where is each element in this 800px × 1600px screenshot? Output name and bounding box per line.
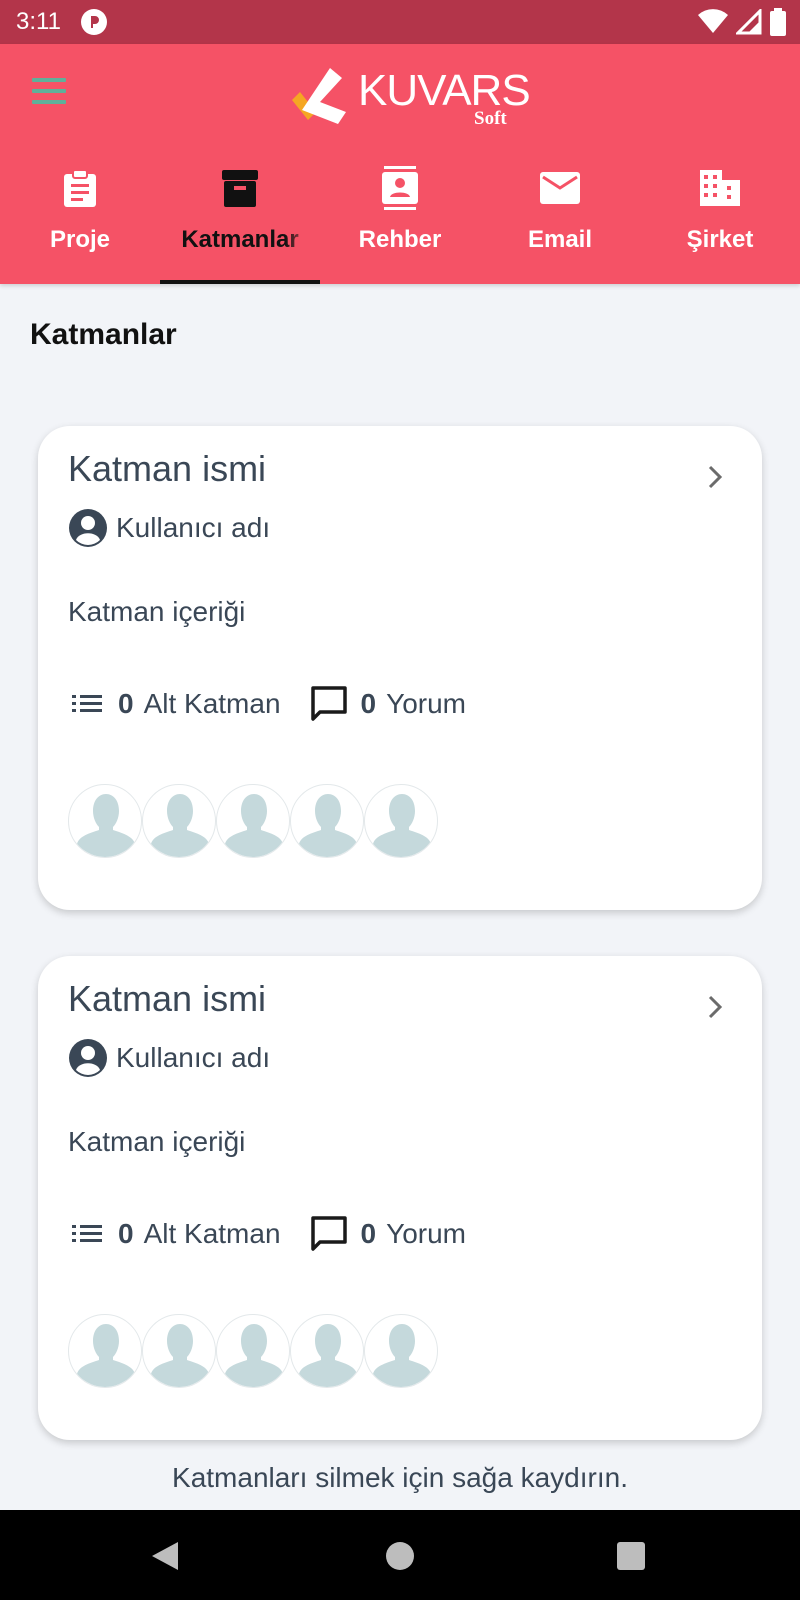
tab-rehber[interactable]: Rehber — [320, 164, 480, 284]
layer-user: Kullanıcı adı — [68, 1038, 270, 1078]
archive-icon — [218, 166, 262, 210]
list-icon — [72, 1225, 102, 1242]
tab-katmanlar[interactable]: Katmanlar — [160, 164, 320, 284]
wifi-icon — [698, 9, 728, 33]
account-circle-icon — [69, 509, 107, 547]
avatar[interactable] — [364, 1314, 438, 1388]
avatar[interactable] — [142, 784, 216, 858]
account-circle-icon — [69, 1039, 107, 1077]
tab-label: Şirket — [686, 226, 754, 253]
comment-label: Yorum — [386, 1218, 467, 1249]
back-icon[interactable] — [150, 1540, 180, 1577]
chevron-right-icon[interactable] — [706, 994, 724, 1025]
signal-icon — [736, 9, 762, 35]
avatar[interactable] — [216, 784, 290, 858]
layer-card[interactable]: Katman ismi Kullanıcı adı Katman içeriği… — [38, 956, 762, 1440]
avatar[interactable] — [290, 1314, 364, 1388]
sub-layer-label: Alt Katman — [143, 1218, 281, 1249]
home-icon[interactable] — [386, 1542, 414, 1570]
swipe-hint: Katmanları silmek için sağa kaydırın. — [172, 1462, 628, 1493]
layer-stats: 0 Alt Katman 0 Yorum — [68, 684, 466, 724]
user-name: Kullanıcı adı — [116, 1042, 271, 1073]
layer-stats: 0 Alt Katman 0 Yorum — [68, 1214, 466, 1254]
menu-button[interactable] — [32, 78, 72, 112]
layer-content: Katman içeriği — [68, 1126, 246, 1157]
member-avatars — [68, 784, 438, 858]
user-name: Kullanıcı adı — [116, 512, 271, 543]
system-nav-bar — [0, 1510, 800, 1600]
app-notification-icon — [80, 9, 107, 35]
contacts-icon — [378, 166, 422, 210]
list-icon — [72, 695, 102, 712]
logo-subtext: Soft — [474, 108, 507, 129]
battery-icon — [770, 8, 786, 36]
tab-label: Katmanlar — [181, 226, 299, 253]
tab-bar: Proje Katmanlar Rehber Email Şirket — [0, 164, 800, 284]
status-bar: 3:11 — [0, 0, 800, 44]
building-icon — [698, 166, 742, 210]
app-header: KUVARS Soft Proje Katmanlar Rehber Email… — [0, 44, 800, 284]
recent-apps-icon[interactable] — [617, 1542, 645, 1570]
comment-icon — [310, 686, 347, 721]
tab-email[interactable]: Email — [480, 164, 640, 284]
chevron-right-icon[interactable] — [706, 464, 724, 495]
comment-count: 0 — [360, 1218, 377, 1249]
avatar[interactable] — [216, 1314, 290, 1388]
tab-label: Rehber — [358, 226, 442, 253]
avatar[interactable] — [142, 1314, 216, 1388]
clipboard-icon — [58, 166, 102, 210]
tab-sirket[interactable]: Şirket — [640, 164, 800, 284]
tab-label: Proje — [49, 226, 111, 253]
avatar[interactable] — [290, 784, 364, 858]
sub-layer-count: 0 — [118, 688, 134, 719]
avatar[interactable] — [68, 784, 142, 858]
layer-title: Katman ismi — [68, 448, 267, 489]
sub-layer-label: Alt Katman — [143, 688, 281, 719]
comment-count: 0 — [360, 688, 377, 719]
tab-proje[interactable]: Proje — [0, 164, 160, 284]
comment-icon — [310, 1216, 347, 1251]
page-title: Katmanlar — [30, 318, 177, 351]
brand-logo: KUVARS Soft — [290, 64, 531, 134]
email-icon — [538, 166, 582, 210]
tab-label: Email — [527, 226, 593, 253]
comment-label: Yorum — [386, 688, 467, 719]
status-time: 3:11 — [16, 8, 61, 35]
member-avatars — [68, 1314, 438, 1388]
layer-user: Kullanıcı adı — [68, 508, 270, 548]
layer-title: Katman ismi — [68, 978, 267, 1019]
active-tab-indicator — [160, 280, 320, 284]
layer-content: Katman içeriği — [68, 596, 246, 627]
avatar[interactable] — [68, 1314, 142, 1388]
layer-card[interactable]: Katman ismi Kullanıcı adı Katman içeriği… — [38, 426, 762, 910]
sub-layer-count: 0 — [118, 1218, 134, 1249]
avatar[interactable] — [364, 784, 438, 858]
